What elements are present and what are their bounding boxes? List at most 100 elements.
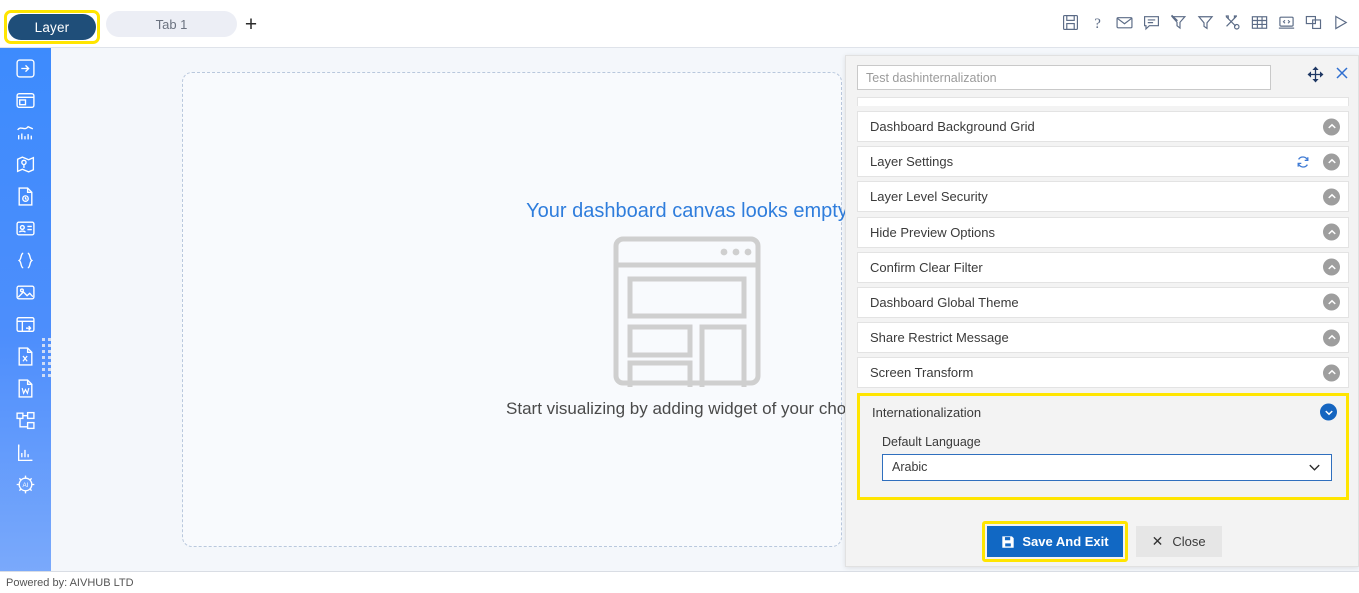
close-button-label: Close <box>1172 534 1206 549</box>
sidebar-item-layout[interactable] <box>11 89 41 112</box>
save-and-exit-button[interactable]: Save And Exit <box>987 526 1123 557</box>
chevron-up-icon[interactable] <box>1323 118 1340 135</box>
sidebar-item-ai[interactable]: AI <box>11 473 41 496</box>
help-icon[interactable]: ? <box>1089 14 1106 31</box>
dot <box>42 374 45 377</box>
sidebar-item-code[interactable] <box>11 249 41 272</box>
embed-code-icon[interactable] <box>1278 14 1295 31</box>
accordion-label: Dashboard Background Grid <box>870 119 1035 134</box>
svg-text:AI: AI <box>23 482 29 489</box>
panel-title-input[interactable] <box>857 65 1271 90</box>
panel-header <box>846 56 1358 97</box>
tab-layer-label: Layer <box>34 19 70 35</box>
empty-state-subtitle: Start visualizing by adding widget of yo… <box>506 399 868 418</box>
sidebar-item-document[interactable] <box>11 185 41 208</box>
accordion-confirm-clear-filter[interactable]: Confirm Clear Filter <box>857 251 1349 283</box>
save-and-exit-label: Save And Exit <box>1022 534 1109 549</box>
dot <box>42 362 45 365</box>
accordion-internationalization-header[interactable]: Internationalization <box>862 397 1344 427</box>
sidebar-item-analytics[interactable] <box>11 441 41 464</box>
accordion-layer-settings[interactable]: Layer Settings <box>857 146 1349 178</box>
svg-text:?: ? <box>1094 16 1101 31</box>
chevron-up-icon[interactable] <box>1323 153 1340 171</box>
internationalization-body: Default Language Arabic <box>862 427 1344 495</box>
close-icon[interactable] <box>1333 65 1350 83</box>
dot <box>42 344 45 347</box>
refresh-icon[interactable] <box>1296 155 1310 169</box>
accordion-layer-level-security[interactable]: Layer Level Security <box>857 181 1349 213</box>
duplicate-icon[interactable] <box>1305 14 1322 31</box>
sidebar-item-hierarchy[interactable] <box>11 409 41 432</box>
comment-icon[interactable] <box>1143 14 1160 31</box>
tab-tab1[interactable]: Tab 1 <box>106 11 237 37</box>
panel-footer: Save And Exit ✕ Close <box>846 517 1358 566</box>
accordion-screen-transform[interactable]: Screen Transform <box>857 357 1349 389</box>
accordion-label: Layer Level Security <box>870 189 988 205</box>
accordion-item-partial[interactable] <box>857 97 1349 106</box>
accordion-label: Share Restrict Message <box>870 330 1009 346</box>
floppy-save-icon <box>1001 535 1015 549</box>
accordion-dashboard-background-grid[interactable]: Dashboard Background Grid <box>857 111 1349 142</box>
tab-tab1-label: Tab 1 <box>155 16 188 32</box>
clear-filter-icon[interactable] <box>1170 14 1187 31</box>
add-tab-button[interactable]: + <box>241 12 261 36</box>
tools-icon[interactable] <box>1224 14 1241 31</box>
accordion-label: Dashboard Global Theme <box>870 294 1019 310</box>
accordion-internationalization-highlight: Internationalization Default Language Ar… <box>857 392 1349 500</box>
accordion-label: Layer Settings <box>870 154 954 170</box>
accordion-label: Screen Transform <box>870 365 974 381</box>
sidebar-item-login[interactable] <box>11 57 41 80</box>
accordion-label: Confirm Clear Filter <box>870 259 983 275</box>
dot <box>42 368 45 371</box>
accordion-hide-preview-options[interactable]: Hide Preview Options <box>857 216 1349 248</box>
chevron-up-icon[interactable] <box>1323 293 1340 311</box>
settings-panel: Dashboard Background Grid Layer Settings <box>845 55 1359 567</box>
tab-layer[interactable]: Layer <box>8 14 96 40</box>
sidebar-item-card[interactable] <box>11 217 41 240</box>
close-x-icon: ✕ <box>1151 533 1164 549</box>
accordion-dashboard-global-theme[interactable]: Dashboard Global Theme <box>857 286 1349 318</box>
default-language-value: Arabic <box>892 460 928 474</box>
chevron-down-icon[interactable] <box>1307 460 1322 475</box>
sidebar-resize-handle[interactable] <box>42 338 51 384</box>
accordion-label: Internationalization <box>872 404 982 420</box>
toolbar-icon-group: ? <box>1062 14 1349 31</box>
move-icon[interactable] <box>1307 66 1324 83</box>
settings-accordion-list[interactable]: Dashboard Background Grid Layer Settings <box>857 97 1349 518</box>
app-footer: Powered by: AIVHUB LTD <box>0 571 1359 593</box>
chevron-down-icon[interactable] <box>1320 403 1337 421</box>
sidebar-item-image[interactable] <box>11 281 41 304</box>
dot <box>42 338 45 341</box>
sidebar-item-excel[interactable] <box>11 345 41 368</box>
left-sidebar: AI <box>0 48 51 571</box>
accordion-label: Hide Preview Options <box>870 224 995 240</box>
empty-state-title: Your dashboard canvas looks empty <box>526 200 848 222</box>
chevron-up-icon[interactable] <box>1323 364 1340 382</box>
app-root: Layer Tab 1 + ? AI Your dashboard canvas… <box>0 0 1359 593</box>
default-language-select[interactable]: Arabic <box>882 453 1332 481</box>
layer-tab-highlight: Layer <box>4 10 100 44</box>
default-language-label: Default Language <box>882 434 981 449</box>
accordion-internationalization: Internationalization Default Language Ar… <box>862 397 1344 495</box>
dot <box>42 356 45 359</box>
save-button-highlight: Save And Exit <box>982 521 1128 562</box>
dot <box>42 350 45 353</box>
sidebar-item-map[interactable] <box>11 153 41 176</box>
chevron-up-icon[interactable] <box>1323 258 1340 276</box>
chevron-up-icon[interactable] <box>1323 329 1340 347</box>
sidebar-item-chart[interactable] <box>11 121 41 144</box>
sidebar-item-grid[interactable] <box>11 313 41 336</box>
tab-bar: Layer Tab 1 + ? <box>0 0 1359 48</box>
chevron-up-icon[interactable] <box>1323 188 1340 206</box>
table-icon[interactable] <box>1251 14 1268 31</box>
play-icon[interactable] <box>1332 14 1349 31</box>
empty-dashboard-illustration <box>612 235 762 394</box>
filter-icon[interactable] <box>1197 14 1214 31</box>
chevron-up-icon[interactable] <box>1323 223 1340 241</box>
save-icon[interactable] <box>1062 14 1079 31</box>
close-button[interactable]: ✕ Close <box>1135 526 1222 557</box>
sidebar-item-word[interactable] <box>11 377 41 400</box>
mail-icon[interactable] <box>1116 14 1133 31</box>
accordion-share-restrict-message[interactable]: Share Restrict Message <box>857 322 1349 354</box>
plus-icon: + <box>244 12 258 36</box>
